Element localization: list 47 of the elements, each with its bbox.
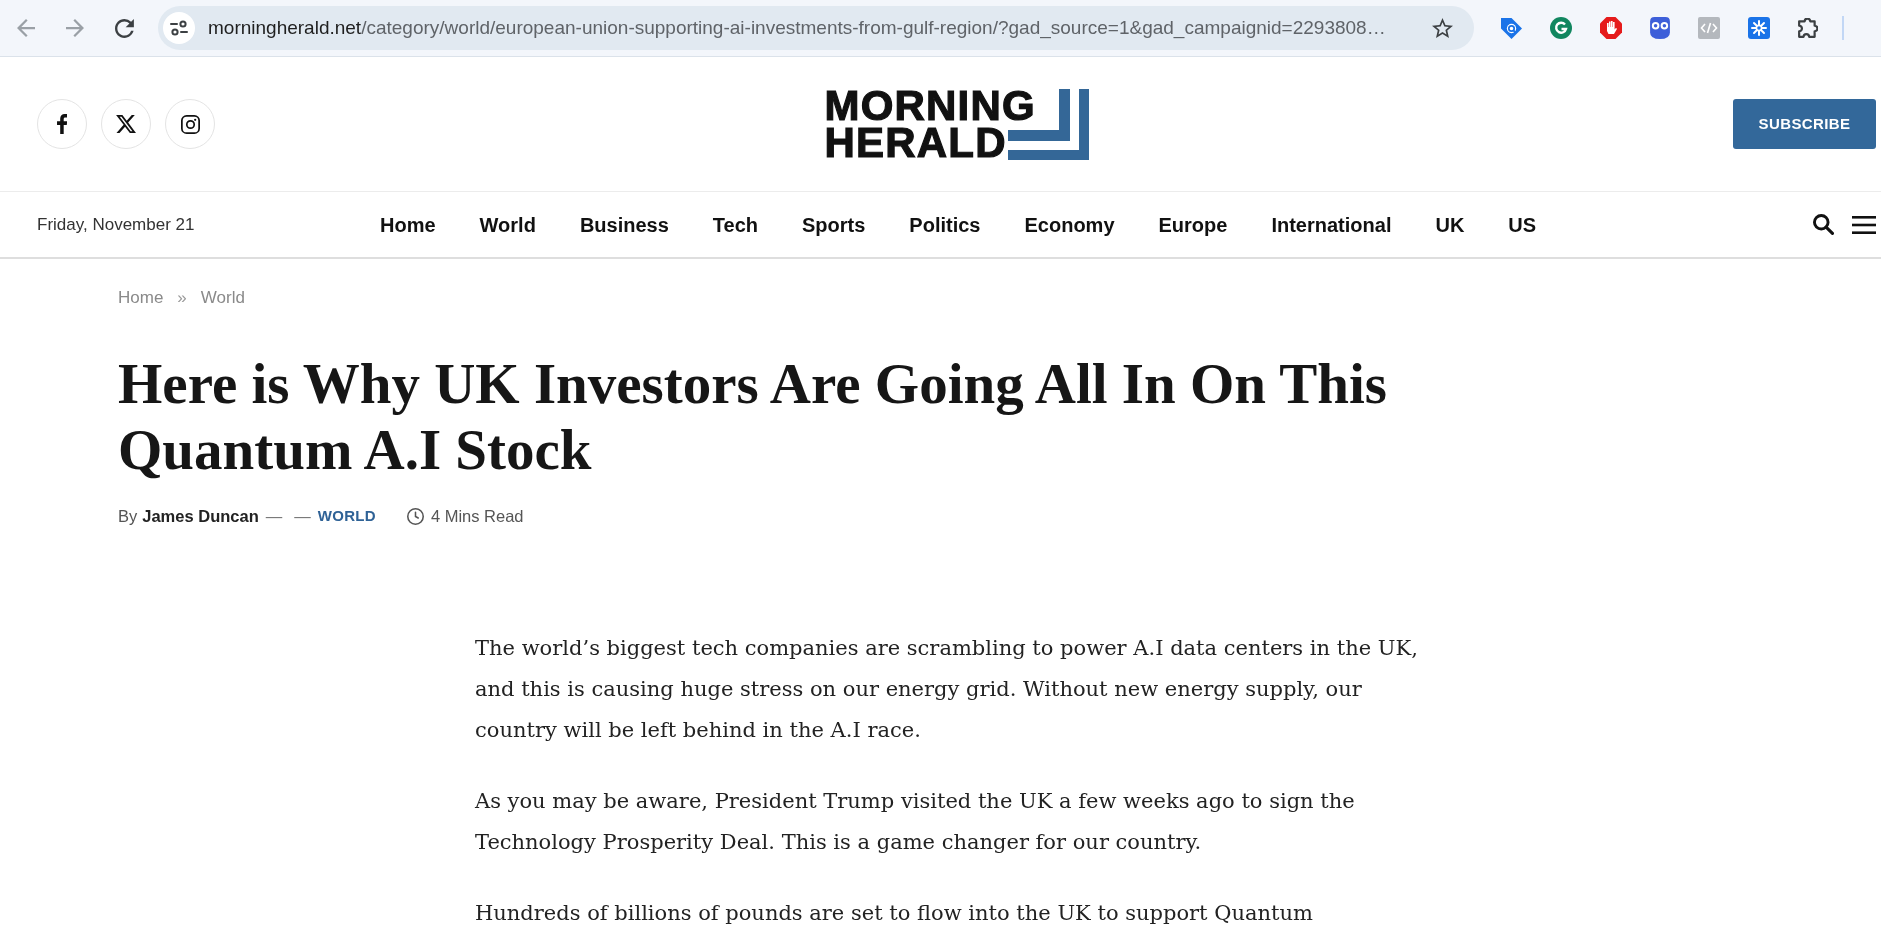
breadcrumb-separator: » bbox=[177, 287, 187, 309]
nav-link[interactable]: Business bbox=[579, 209, 669, 240]
logo-text: HERALD bbox=[824, 124, 1007, 161]
reload-icon[interactable] bbox=[115, 18, 134, 38]
article-paragraph: The world’s biggest tech companies are scrambling to power A.I data centers in the UK, and this is causing huge stress on our energy grid. Without new energy supply, our country will be left behind in the A.I race. bbox=[475, 635, 1419, 744]
nav-link[interactable]: Europe bbox=[1158, 209, 1228, 240]
nav-link[interactable]: Politics bbox=[909, 209, 981, 240]
article-paragraph: As you may be aware, President Trump visited the UK a few weeks ago to sign the Technology Prosperity Deal. This is a game changer for our country. bbox=[475, 788, 1356, 856]
byline-separator: — bbox=[265, 506, 283, 527]
facebook-button[interactable] bbox=[37, 99, 87, 149]
byline-separator: — bbox=[294, 506, 311, 527]
byline-prefix: By bbox=[118, 506, 138, 527]
x-button[interactable] bbox=[101, 99, 151, 149]
clock-icon bbox=[406, 507, 424, 525]
breadcrumb-link[interactable]: World bbox=[200, 286, 245, 310]
breadcrumb-link[interactable]: Home bbox=[118, 286, 164, 310]
g-logo-icon[interactable] bbox=[1550, 17, 1572, 39]
nav-link[interactable]: Economy bbox=[1024, 209, 1115, 240]
nav-link[interactable]: UK bbox=[1435, 209, 1465, 240]
search-icon[interactable] bbox=[1813, 214, 1834, 235]
nav-link[interactable]: World bbox=[479, 209, 536, 240]
snowflake-icon[interactable] bbox=[1748, 17, 1770, 39]
subscribe-button[interactable]: SUBSCRIBE bbox=[1733, 99, 1876, 149]
article-title: Here is Why UK Investors Are Going All In On This Quantum A.I Stock bbox=[118, 351, 1388, 483]
instagram-icon bbox=[180, 114, 200, 134]
site-settings-icon[interactable] bbox=[163, 12, 195, 44]
author-link[interactable]: James Duncan bbox=[142, 504, 259, 528]
nav-link[interactable]: Sports bbox=[802, 209, 866, 240]
nav-link[interactable]: Home bbox=[380, 209, 436, 240]
menu-icon[interactable] bbox=[1852, 215, 1876, 234]
category-link[interactable]: WORLD bbox=[317, 504, 376, 528]
nav-link[interactable]: International bbox=[1271, 209, 1392, 240]
address-bar[interactable]: morningherald.net/category/world/european-union-supporting-ai-investments-from-gulf-region/?gad_source=1&gad_campaignid=2293808… bbox=[158, 6, 1474, 50]
x-logo-icon bbox=[116, 115, 136, 133]
nav-link[interactable]: Tech bbox=[712, 209, 758, 240]
puzzle-icon[interactable] bbox=[1798, 17, 1818, 39]
article-paragraph: Hundreds of billions of pounds are set to flow into the UK to support Quantum bbox=[475, 900, 1314, 927]
read-time: 4 Mins Read bbox=[430, 506, 524, 527]
date-text: Friday, November 21 bbox=[37, 214, 195, 234]
eyes-icon[interactable] bbox=[1650, 17, 1670, 39]
instagram-button[interactable] bbox=[165, 99, 215, 149]
bookmark-star-icon[interactable] bbox=[1432, 18, 1453, 38]
tag-icon[interactable] bbox=[1501, 17, 1522, 39]
stop-hand-icon[interactable] bbox=[1600, 17, 1622, 39]
nav-link[interactable]: US bbox=[1508, 209, 1537, 240]
logo-text: MORNING bbox=[824, 87, 1036, 124]
facebook-icon bbox=[57, 114, 67, 134]
